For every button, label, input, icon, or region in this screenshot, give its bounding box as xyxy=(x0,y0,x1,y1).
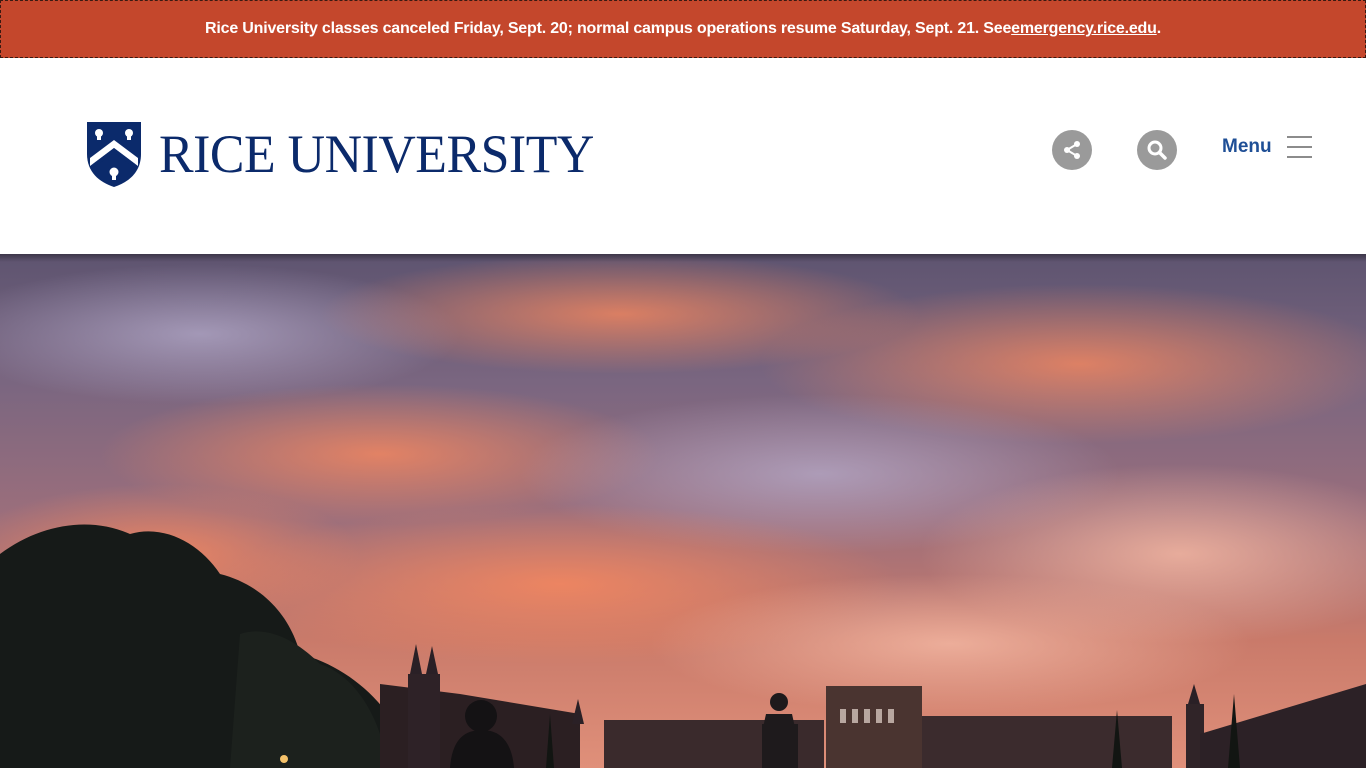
campus-sunset-illustration xyxy=(0,254,1366,768)
search-button[interactable] xyxy=(1137,130,1177,170)
menu-label: Menu xyxy=(1222,136,1272,157)
emergency-link[interactable]: emergency.rice.edu xyxy=(1011,20,1157,38)
share-icon xyxy=(1064,141,1080,159)
logo-wordmark: RICE UNIVERSITY xyxy=(159,124,594,184)
rice-logo-link[interactable]: RICE UNIVERSITY xyxy=(85,120,612,188)
menu-button[interactable]: Menu xyxy=(1222,136,1312,158)
hero-top-shadow xyxy=(0,254,1366,262)
emergency-alert-banner: Rice University classes canceled Friday,… xyxy=(0,0,1366,58)
search-icon xyxy=(1147,140,1167,160)
hamburger-icon xyxy=(1286,136,1312,158)
alert-trailing: . xyxy=(1156,20,1161,37)
alert-text: Rice University classes canceled Friday,… xyxy=(205,20,1012,37)
rice-shield-icon xyxy=(87,122,141,187)
share-button[interactable] xyxy=(1052,130,1092,170)
site-header: RICE UNIVERSITY Menu xyxy=(0,58,1366,254)
hero-campus-sunset-image xyxy=(0,254,1366,768)
